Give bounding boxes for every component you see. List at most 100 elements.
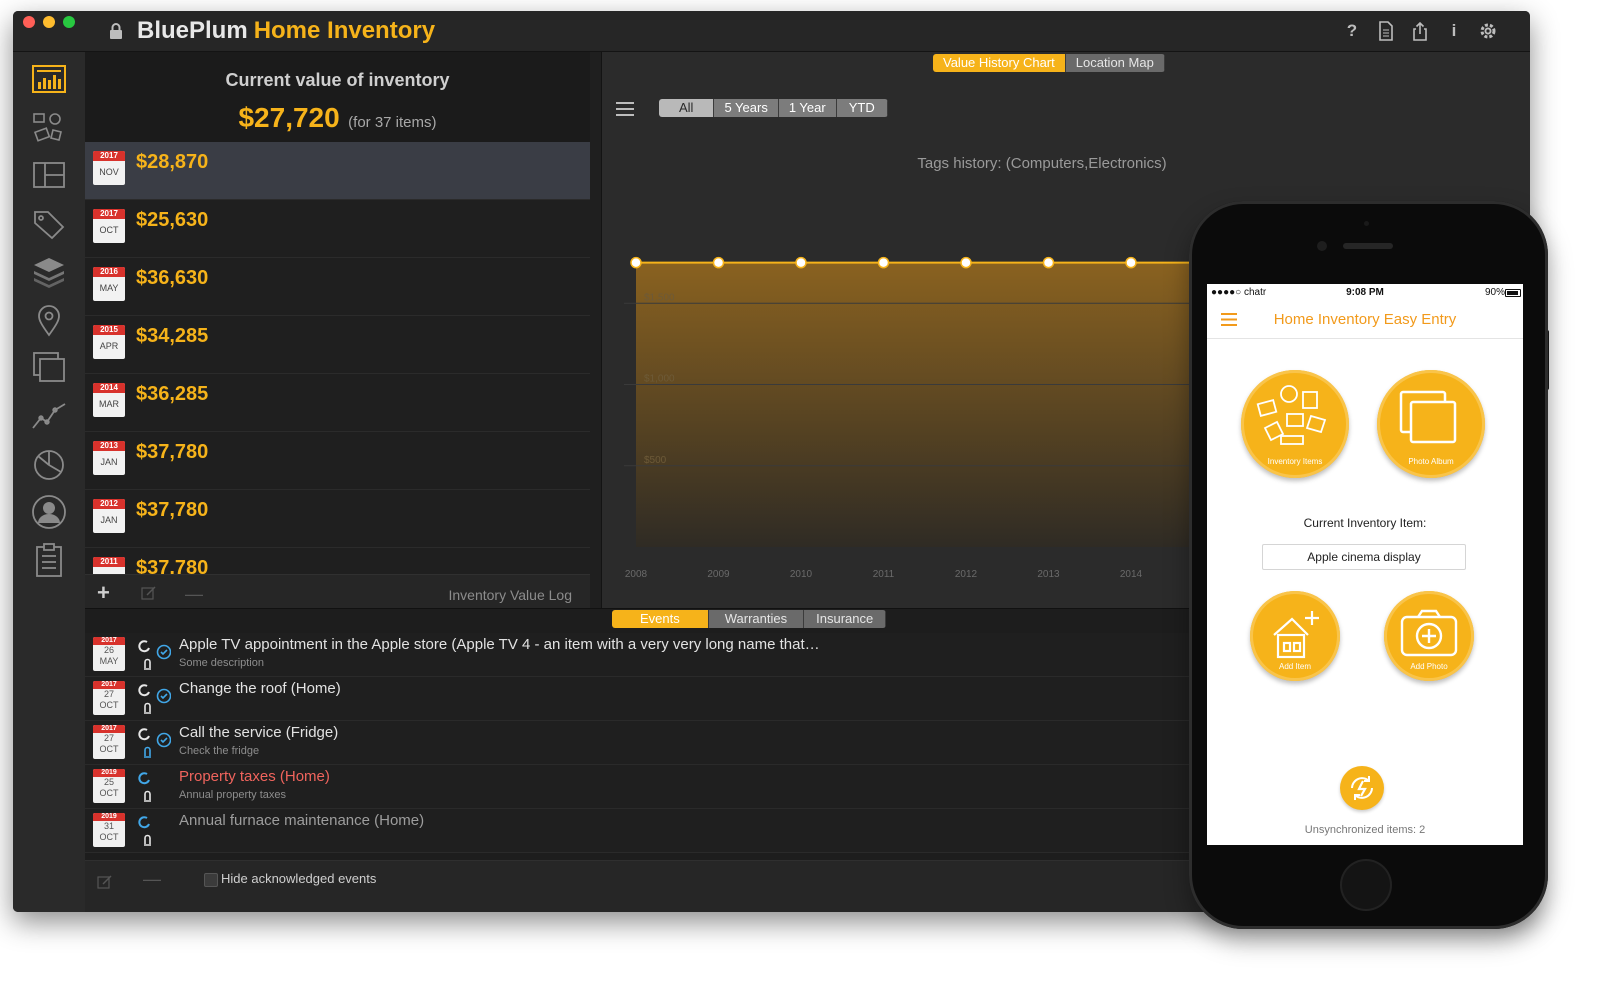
current-value-row: $27,720 (for 37 items)	[85, 102, 590, 134]
document-icon[interactable]	[1376, 21, 1396, 41]
x-tick-label: 2011	[873, 569, 895, 580]
edit-icon[interactable]	[141, 585, 157, 601]
close-window-button[interactable]	[23, 16, 35, 28]
data-point[interactable]	[1042, 256, 1055, 269]
status-time: 9:08 PM	[1346, 287, 1384, 298]
data-point[interactable]	[960, 256, 972, 269]
sidebar	[13, 52, 85, 912]
battery-percent: 90%	[1484, 287, 1505, 298]
event-description: Some description	[179, 657, 264, 669]
inventory-items-button[interactable]: Inventory Items	[1241, 370, 1349, 478]
pie-chart-icon[interactable]	[31, 446, 67, 482]
range-ytd[interactable]: YTD	[836, 99, 888, 117]
phone-screen: ●●●●○ chatr 9:08 PM 90% Home Inventory E…	[1207, 284, 1523, 845]
x-tick-label: 2013	[1037, 569, 1060, 580]
hide-acknowledged-label: Hide acknowledged events	[221, 871, 377, 886]
data-point[interactable]	[795, 256, 807, 269]
data-point[interactable]	[712, 256, 725, 269]
range-1-year[interactable]: 1 Year	[778, 99, 837, 117]
event-month: OCT	[99, 788, 119, 798]
sensor-dot	[1364, 221, 1369, 226]
data-point[interactable]	[877, 256, 890, 269]
event-year: 2017	[93, 681, 125, 689]
remove-icon[interactable]: —	[185, 584, 203, 605]
layers-icon[interactable]	[31, 254, 67, 290]
event-title: Property taxes (Home)	[179, 768, 330, 785]
recurring-icon	[138, 772, 150, 785]
home-button[interactable]	[1340, 859, 1392, 911]
title-bar: BluePlum Home Inventory ? i	[13, 11, 1530, 52]
tab-location-map[interactable]: Location Map	[1065, 54, 1165, 72]
sync-button[interactable]	[1340, 766, 1384, 810]
log-month: OCT	[99, 225, 119, 235]
add-item-button[interactable]: Add Item	[1250, 591, 1340, 681]
inventory-value-panel: Current value of inventory $27,720 (for …	[85, 52, 590, 613]
info-icon[interactable]: i	[1444, 21, 1464, 41]
chart-menu-icon[interactable]	[616, 102, 634, 116]
app-name: Home Inventory	[253, 17, 436, 44]
event-year: 2017	[93, 725, 125, 733]
tab-value-history-chart[interactable]: Value History Chart	[933, 54, 1066, 72]
clipboard-icon[interactable]	[31, 542, 67, 578]
log-row[interactable]: 2014 MAR $36,285	[85, 374, 590, 432]
add-photo-button[interactable]: Add Photo	[1384, 591, 1474, 681]
app-brand: BluePlum	[137, 17, 248, 44]
event-status-icons	[138, 684, 171, 714]
data-point[interactable]	[630, 256, 642, 269]
log-row[interactable]: 2012 JAN $37,780	[85, 490, 590, 548]
user-icon[interactable]	[31, 494, 67, 530]
location-pin-icon[interactable]	[31, 302, 67, 338]
recurring-icon	[138, 640, 150, 653]
add-icon[interactable]: +	[97, 580, 110, 606]
share-icon[interactable]	[1410, 21, 1430, 41]
photo-album-label: Photo Album	[1408, 457, 1454, 466]
log-row[interactable]: 2017 NOV $28,870	[85, 142, 590, 200]
range-all[interactable]: All	[659, 99, 715, 117]
calendar-icon: 2014 MAR	[93, 383, 125, 417]
chart-line-icon[interactable]	[31, 398, 67, 434]
tab-insurance[interactable]: Insurance	[804, 610, 887, 628]
event-day: 27	[103, 733, 114, 743]
chart-view-tabs: Value History Chart Location Map	[933, 54, 1165, 72]
event-status-icons	[138, 772, 151, 802]
phone-title: Home Inventory Easy Entry	[1273, 311, 1457, 328]
edit-icon[interactable]	[97, 874, 113, 890]
rooms-icon[interactable]	[31, 158, 67, 194]
tab-events[interactable]: Events	[612, 610, 709, 628]
add-photo-label: Add Photo	[1410, 662, 1448, 671]
log-row[interactable]: 2016 MAY $36,630	[85, 258, 590, 316]
range-5-years[interactable]: 5 Years	[714, 99, 779, 117]
hide-acknowledged-checkbox[interactable]	[204, 873, 218, 887]
lock-icon[interactable]	[109, 22, 123, 40]
log-year: 2017	[93, 151, 125, 161]
recurring-icon	[138, 816, 150, 829]
current-item-field[interactable]: Apple cinema display	[1262, 544, 1466, 570]
event-title: Apple TV appointment in the Apple store …	[179, 636, 820, 653]
phone-nav-bar: Home Inventory Easy Entry	[1207, 302, 1523, 339]
x-tick-label: 2010	[790, 569, 813, 580]
log-row[interactable]: 2017 OCT $25,630	[85, 200, 590, 258]
photo-album-button[interactable]: Photo Album	[1377, 370, 1485, 478]
event-month: OCT	[99, 832, 119, 842]
photo-album-icon[interactable]	[31, 350, 67, 386]
value-log-label: Inventory Value Log	[448, 587, 573, 603]
log-row[interactable]: 2013 JAN $37,780	[85, 432, 590, 490]
log-year: 2014	[93, 383, 125, 393]
calendar-icon: 2017 OCT	[93, 209, 125, 243]
event-calendar-icon: 2017 26 MAY	[93, 637, 125, 671]
log-row[interactable]: 2015 APR $34,285	[85, 316, 590, 374]
log-year: 2012	[93, 499, 125, 509]
y-tick-label: $1,000	[644, 374, 675, 385]
remove-icon[interactable]: —	[143, 869, 161, 890]
inventory-value-icon[interactable]	[31, 62, 67, 98]
sync-icon	[1351, 776, 1373, 800]
tab-warranties[interactable]: Warranties	[708, 610, 805, 628]
items-icon[interactable]	[31, 110, 67, 146]
gear-icon[interactable]	[1478, 21, 1498, 41]
data-point[interactable]	[1125, 256, 1137, 269]
zoom-window-button[interactable]	[63, 16, 75, 28]
tags-icon[interactable]	[31, 206, 67, 242]
minimize-window-button[interactable]	[43, 16, 55, 28]
help-icon[interactable]: ?	[1342, 21, 1362, 41]
bell-icon	[144, 746, 151, 758]
